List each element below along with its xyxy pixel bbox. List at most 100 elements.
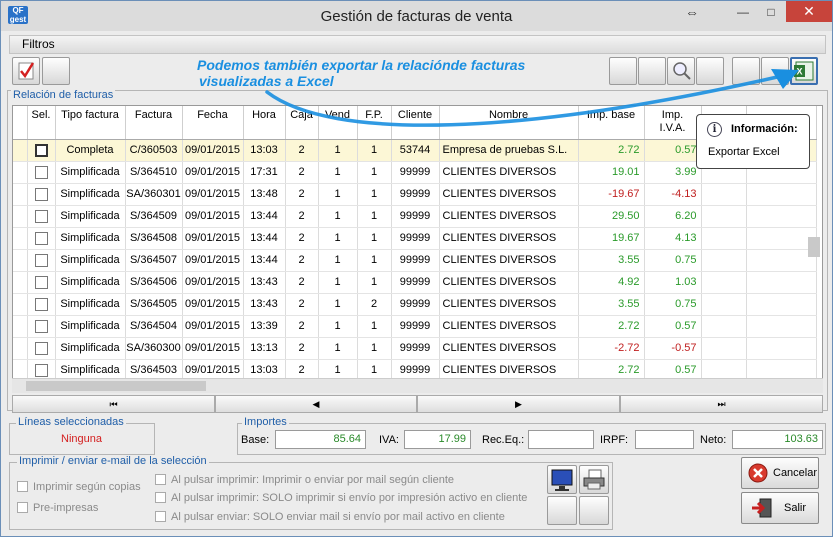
exit-door-icon (752, 498, 772, 518)
empty-cell (746, 183, 817, 206)
nav-last-button[interactable]: ⏭ (620, 395, 823, 413)
select-cell[interactable] (27, 271, 56, 294)
iva-label: IVA: (379, 434, 399, 446)
cliente-cell: 99999 (391, 315, 440, 338)
hora-cell: 13:48 (243, 183, 286, 206)
table-row[interactable]: Simplificada S/364504 09/01/2015 13:39 2 1 1 99… (13, 315, 817, 338)
empty-cell (701, 227, 747, 250)
row-header-cell[interactable] (13, 271, 28, 294)
row-checkbox[interactable] (34, 209, 48, 223)
exit-label: Salir (784, 502, 807, 514)
preview-button[interactable] (547, 465, 577, 494)
nombre-cell: CLIENTES DIVERSOS (439, 227, 579, 250)
cliente-cell: 99999 (391, 271, 440, 294)
select-cell[interactable] (27, 315, 56, 338)
select-cell[interactable] (27, 205, 56, 228)
select-cell[interactable] (27, 161, 56, 184)
table-row[interactable]: Simplificada S/364505 09/01/2015 13:43 2 1 2 99… (13, 293, 817, 316)
nav-first-button[interactable]: ⏮ (12, 395, 215, 413)
row-header-cell[interactable] (13, 183, 28, 206)
fp-cell: 1 (357, 315, 392, 338)
iva-field: 17.99 (404, 430, 471, 449)
fp-cell: 1 (357, 249, 392, 272)
horizontal-scrollbar[interactable] (12, 378, 823, 393)
irpf-label: IRPF: (600, 434, 629, 446)
iva-cell: 1.03 (644, 271, 702, 294)
fecha-cell: 09/01/2015 (182, 183, 244, 206)
select-cell[interactable] (27, 249, 56, 272)
table-row[interactable]: Simplificada S/364507 09/01/2015 13:44 2 1 1 99… (13, 249, 817, 272)
cancel-label: Cancelar (773, 467, 818, 479)
cancel-button[interactable]: Cancelar (741, 457, 819, 489)
nav-next-button[interactable]: ▶ (417, 395, 620, 413)
checkbox-box (155, 492, 166, 503)
nombre-cell: CLIENTES DIVERSOS (439, 271, 579, 294)
row-header-cell[interactable] (13, 293, 28, 316)
base-cell: 19.67 (578, 227, 645, 250)
vertical-scroll-thumb[interactable] (808, 237, 820, 257)
select-cell[interactable] (27, 227, 56, 250)
row-checkbox[interactable] (34, 231, 48, 245)
vend-cell: 1 (318, 227, 358, 250)
row-checkbox[interactable] (34, 297, 48, 311)
hora-cell: 17:31 (243, 161, 286, 184)
row-checkbox[interactable] (34, 187, 48, 201)
base-cell: -19.67 (578, 183, 645, 206)
select-cell[interactable] (27, 337, 56, 360)
table-row[interactable]: Simplificada S/364508 09/01/2015 13:44 2 1 1 99… (13, 227, 817, 250)
main-window: QF gest Gestión de facturas de venta ⇔ — … (0, 0, 833, 537)
print-copies-checkbox[interactable]: Imprimir según copias (17, 481, 141, 493)
only-print-checkbox[interactable]: Al pulsar imprimir: SOLO imprimir si env… (155, 492, 527, 504)
row-checkbox[interactable] (34, 165, 48, 179)
row-checkbox[interactable] (34, 341, 48, 355)
row-header-cell[interactable] (13, 337, 28, 360)
row-header-cell[interactable] (13, 315, 28, 338)
row-header-cell[interactable] (13, 205, 28, 228)
row-checkbox[interactable] (34, 363, 48, 377)
caja-cell: 2 (285, 161, 319, 184)
row-checkbox[interactable] (34, 253, 48, 267)
select-cell[interactable] (27, 183, 56, 206)
cliente-cell: 99999 (391, 249, 440, 272)
row-header-cell[interactable] (13, 249, 28, 272)
tipo-cell: Simplificada (55, 205, 126, 228)
vend-cell: 1 (318, 293, 358, 316)
table-row[interactable]: Simplificada SA/360301 09/01/2015 13:48 2 1 1 9… (13, 183, 817, 206)
empty-cell (746, 337, 817, 360)
exit-button[interactable]: Salir (741, 492, 819, 524)
empty-cell (701, 205, 747, 228)
neto-label: Neto: (700, 434, 727, 446)
only-mail-checkbox[interactable]: Al pulsar enviar: SOLO enviar mail si en… (155, 511, 505, 523)
nav-prev-button[interactable]: ◀ (215, 395, 417, 413)
fp-cell: 1 (357, 227, 392, 250)
email-button-2[interactable] (579, 496, 609, 525)
row-header-cell[interactable] (13, 227, 28, 250)
factura-cell: S/364508 (125, 227, 183, 250)
print-group-label: Imprimir / enviar e-mail de la selección (17, 455, 209, 467)
printer-icon (583, 469, 605, 490)
iva-cell: -4.13 (644, 183, 702, 206)
row-checkbox[interactable] (34, 275, 48, 289)
base-cell: 4.92 (578, 271, 645, 294)
fp-cell: 2 (357, 293, 392, 316)
fp-cell: 1 (357, 161, 392, 184)
preprinted-label: Pre-impresas (33, 502, 99, 514)
horizontal-scroll-thumb[interactable] (26, 381, 206, 391)
factura-cell: S/364505 (125, 293, 183, 316)
table-row[interactable]: Simplificada SA/360300 09/01/2015 13:13 2 1 1 9… (13, 337, 817, 360)
tipo-cell: Simplificada (55, 337, 126, 360)
caja-cell: 2 (285, 293, 319, 316)
fp-cell: 1 (357, 337, 392, 360)
empty-cell (701, 183, 747, 206)
mail-client-checkbox[interactable]: Al pulsar imprimir: Imprimir o enviar po… (155, 474, 454, 486)
row-checkbox[interactable] (34, 319, 48, 333)
factura-cell: SA/360300 (125, 337, 183, 360)
print-button[interactable] (579, 465, 609, 494)
preprinted-checkbox[interactable]: Pre-impresas (17, 502, 98, 514)
table-row[interactable]: Simplificada S/364506 09/01/2015 13:43 2 1 1 99… (13, 271, 817, 294)
row-header-cell[interactable] (13, 161, 28, 184)
email-button-1[interactable] (547, 496, 577, 525)
select-cell[interactable] (27, 293, 56, 316)
table-row[interactable]: Simplificada S/364509 09/01/2015 13:44 2 1 1 99… (13, 205, 817, 228)
fecha-cell: 09/01/2015 (182, 205, 244, 228)
